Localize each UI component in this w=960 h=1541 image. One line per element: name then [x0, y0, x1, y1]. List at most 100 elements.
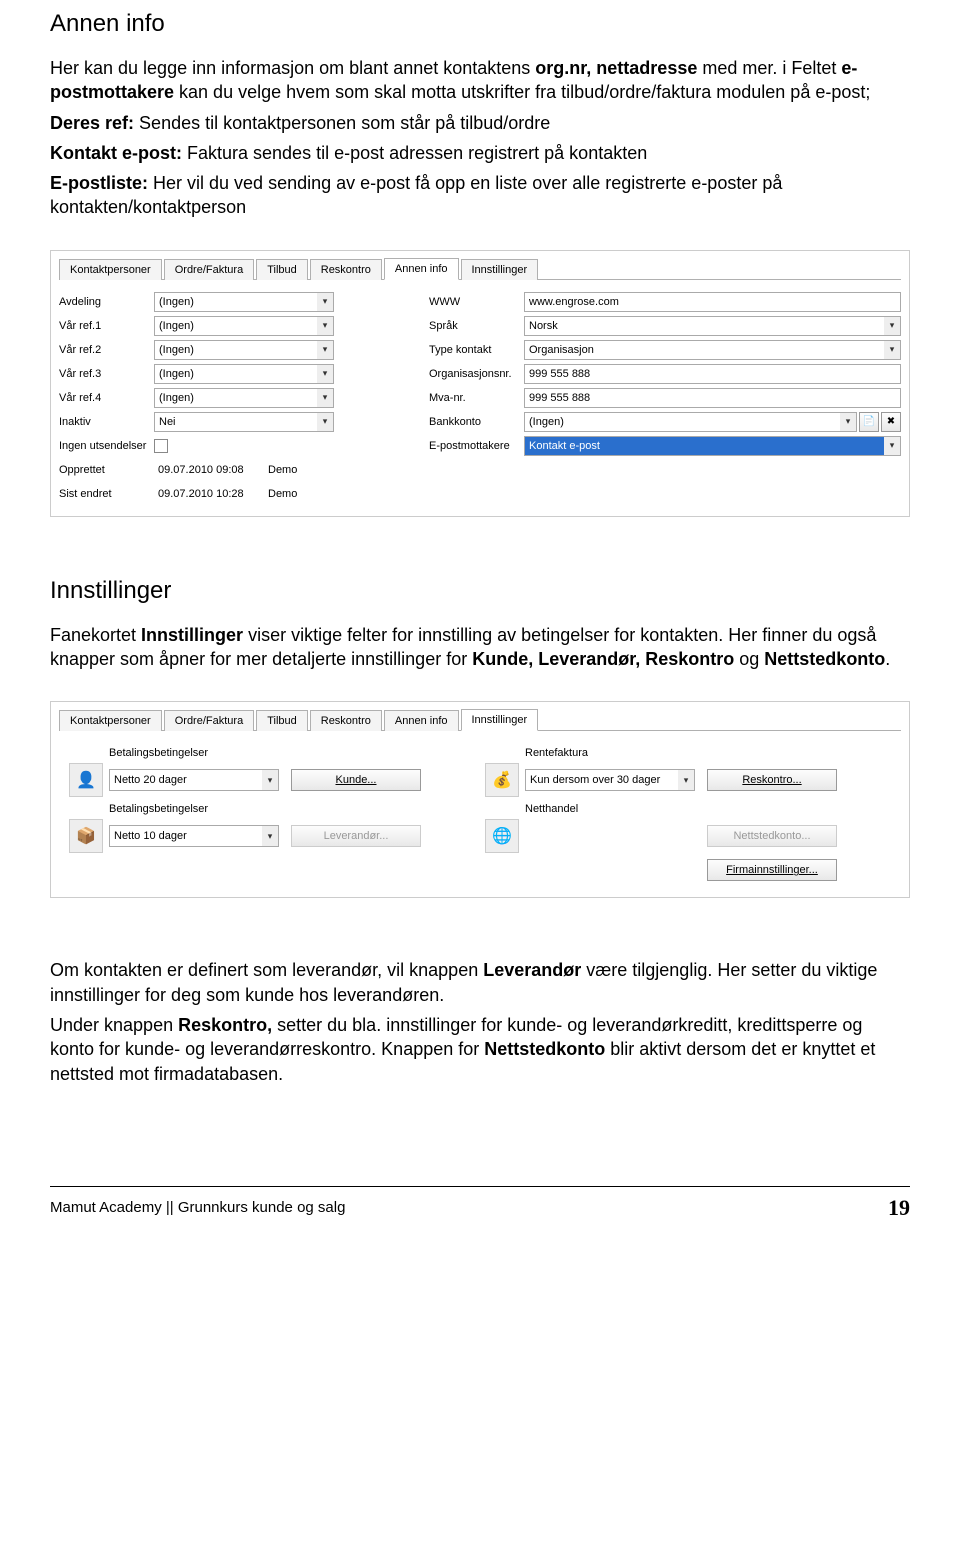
para-epostliste: E-postliste: Her vil du ved sending av e…: [50, 171, 910, 220]
chevron-down-icon[interactable]: [262, 770, 278, 790]
label-ref1: Vår ref.1: [59, 320, 154, 332]
heading-innstillinger: Innstillinger: [50, 577, 910, 605]
t: Nettstedkonto: [764, 649, 885, 669]
chevron-down-icon[interactable]: [884, 341, 900, 359]
tab-kontaktpersoner[interactable]: Kontaktpersoner: [59, 259, 162, 280]
para-deres-ref: Deres ref: Sendes til kontaktpersonen so…: [50, 111, 910, 135]
label-ref2: Vår ref.2: [59, 344, 154, 356]
combo-bankkonto[interactable]: (Ingen): [524, 412, 857, 432]
t: .: [885, 649, 890, 669]
t: Her kan du legge inn informasjon om blan…: [50, 58, 535, 78]
reskontro-button[interactable]: Reskontro...: [707, 769, 837, 791]
input-www[interactable]: www.engrose.com: [524, 292, 901, 312]
chevron-down-icon[interactable]: [262, 826, 278, 846]
chevron-down-icon[interactable]: [317, 365, 333, 383]
t: Kunde, Leverandør, Reskontro: [472, 649, 734, 669]
checkbox-ingen-utsendelser[interactable]: [154, 439, 168, 453]
leverandor-button[interactable]: Leverandør...: [291, 825, 421, 847]
label-sprak: Språk: [429, 320, 524, 332]
combo-text: (Ingen): [159, 296, 194, 308]
combo-avdeling[interactable]: (Ingen): [154, 292, 334, 312]
combo-ref3[interactable]: (Ingen): [154, 364, 334, 384]
combo-text: Nei: [159, 416, 176, 428]
value-sist-by: Demo: [264, 488, 297, 500]
t: Innstillinger: [141, 625, 243, 645]
combo-ref2[interactable]: (Ingen): [154, 340, 334, 360]
chevron-down-icon[interactable]: [317, 317, 333, 335]
input-orgnr[interactable]: 999 555 888: [524, 364, 901, 384]
edit-button[interactable]: 📄: [859, 412, 879, 432]
combo-netto20[interactable]: Netto 20 dager: [109, 769, 279, 791]
box-icon: 📦: [69, 819, 103, 853]
combo-netto10[interactable]: Netto 10 dager: [109, 825, 279, 847]
t: org.nr, nettadresse: [535, 58, 697, 78]
chevron-down-icon[interactable]: [884, 437, 900, 455]
combo-ref1[interactable]: (Ingen): [154, 316, 334, 336]
kunde-button[interactable]: Kunde...: [291, 769, 421, 791]
button-label: Firmainnstillinger...: [726, 864, 818, 876]
t: Sendes til kontaktpersonen som står på t…: [134, 113, 550, 133]
combo-epostmottakere[interactable]: Kontakt e-post: [524, 436, 901, 456]
input-text: www.engrose.com: [529, 296, 619, 308]
t: Kontakt e-post:: [50, 143, 182, 163]
tab-kontaktpersoner[interactable]: Kontaktpersoner: [59, 710, 162, 731]
t: Faktura sendes til e-post adressen regis…: [182, 143, 647, 163]
t: Nettstedkonto: [484, 1039, 605, 1059]
input-text: 999 555 888: [529, 368, 590, 380]
chevron-down-icon[interactable]: [317, 341, 333, 359]
combo-text: Netto 10 dager: [114, 830, 187, 842]
t: Leverandør: [483, 960, 581, 980]
para-leverandor: Om kontakten er definert som leverandør,…: [50, 958, 910, 1007]
earth-icon: 🌐: [485, 819, 519, 853]
combo-text: Kontakt e-post: [529, 440, 600, 452]
screenshot-innstillinger: Kontaktpersoner Ordre/Faktura Tilbud Res…: [50, 701, 910, 898]
t: kan du velge hvem som skal motta utskrif…: [174, 82, 870, 102]
screenshot-annen-info: Kontaktpersoner Ordre/Faktura Tilbud Res…: [50, 250, 910, 517]
t: Deres ref:: [50, 113, 134, 133]
footer-divider: [50, 1186, 910, 1187]
combo-text: Norsk: [529, 320, 558, 332]
t: Om kontakten er definert som leverandør,…: [50, 960, 483, 980]
chevron-down-icon[interactable]: [317, 293, 333, 311]
delete-button[interactable]: ✖: [881, 412, 901, 432]
combo-type-kontakt[interactable]: Organisasjon: [524, 340, 901, 360]
t: Under knappen: [50, 1015, 178, 1035]
footer-text: Mamut Academy || Grunnkurs kunde og salg: [50, 1199, 345, 1216]
chevron-down-icon[interactable]: [678, 770, 694, 790]
tab-ordre-faktura[interactable]: Ordre/Faktura: [164, 259, 254, 280]
chevron-down-icon[interactable]: [317, 413, 333, 431]
t: Reskontro,: [178, 1015, 272, 1035]
button-label: Leverandør...: [324, 830, 389, 842]
button-label: Kunde...: [336, 774, 377, 786]
input-mva[interactable]: 999 555 888: [524, 388, 901, 408]
combo-inaktiv[interactable]: Nei: [154, 412, 334, 432]
chevron-down-icon[interactable]: [840, 413, 856, 431]
combo-text: (Ingen): [159, 344, 194, 356]
tab-tilbud[interactable]: Tilbud: [256, 710, 308, 731]
tab-ordre-faktura[interactable]: Ordre/Faktura: [164, 710, 254, 731]
firmainnstillinger-button[interactable]: Firmainnstillinger...: [707, 859, 837, 881]
chevron-down-icon[interactable]: [884, 317, 900, 335]
combo-text: Organisasjon: [529, 344, 594, 356]
combo-ref4[interactable]: (Ingen): [154, 388, 334, 408]
label-rentefaktura: Rentefaktura: [525, 747, 901, 759]
tab-innstillinger[interactable]: Innstillinger: [461, 259, 539, 280]
tab-reskontro[interactable]: Reskontro: [310, 710, 382, 731]
combo-sprak[interactable]: Norsk: [524, 316, 901, 336]
combo-text: (Ingen): [159, 392, 194, 404]
t: med mer. i Feltet: [697, 58, 841, 78]
combo-text: (Ingen): [529, 416, 564, 428]
tab-annen-info[interactable]: Annen info: [384, 710, 459, 731]
tab-annen-info[interactable]: Annen info: [384, 258, 459, 280]
combo-rentefaktura[interactable]: Kun dersom over 30 dager: [525, 769, 695, 791]
label-betalingsbetingelser-1: Betalingsbetingelser: [109, 747, 485, 759]
value-opprettet-date: 09.07.2010 09:08: [154, 464, 264, 476]
user-card-icon: 👤: [69, 763, 103, 797]
chevron-down-icon[interactable]: [317, 389, 333, 407]
tab-reskontro[interactable]: Reskontro: [310, 259, 382, 280]
nettstedkonto-button[interactable]: Nettstedkonto...: [707, 825, 837, 847]
tab-innstillinger[interactable]: Innstillinger: [461, 709, 539, 731]
tab-tilbud[interactable]: Tilbud: [256, 259, 308, 280]
page-number: 19: [888, 1195, 910, 1221]
value-sist-date: 09.07.2010 10:28: [154, 488, 264, 500]
